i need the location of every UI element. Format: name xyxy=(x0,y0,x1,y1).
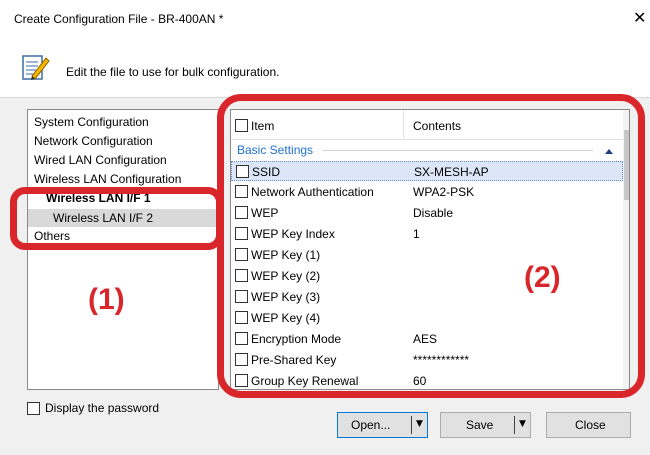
row-checkbox[interactable] xyxy=(235,185,248,198)
column-header-item[interactable]: Item xyxy=(251,119,274,133)
tree-item-wireless-lan-if-1[interactable]: Wireless LAN I/F 1 xyxy=(46,191,151,205)
row-item-label: WEP xyxy=(251,206,279,220)
dropdown-arrow-icon[interactable]: ▼ xyxy=(519,419,526,429)
dropdown-arrow-icon[interactable]: ▼ xyxy=(416,419,423,429)
save-button-label: Save xyxy=(466,418,494,432)
tree-item-wireless-lan-configuration[interactable]: Wireless LAN Configuration xyxy=(34,172,181,186)
row-item-label: Pre-Shared Key xyxy=(251,353,337,367)
row-item-label: WEP Key (4) xyxy=(251,311,321,325)
row-item-label: Encryption Mode xyxy=(251,332,342,346)
list-row-wep-key-4[interactable]: WEP Key (4) xyxy=(231,308,623,328)
split-divider xyxy=(411,416,412,434)
display-password-label[interactable]: Display the password xyxy=(45,401,159,415)
list-row-pre-shared-key[interactable]: Pre-Shared Key ************ xyxy=(231,350,623,370)
list-row-ssid[interactable]: SSID SX-MESH-AP xyxy=(231,161,623,181)
select-all-checkbox[interactable] xyxy=(235,119,248,132)
row-checkbox[interactable] xyxy=(235,311,248,324)
row-item-label: WEP Key Index xyxy=(251,227,335,241)
tree-item-system-configuration[interactable]: System Configuration xyxy=(34,115,149,129)
close-button[interactable]: Close xyxy=(546,412,631,438)
config-tree[interactable]: System Configuration Network Configurati… xyxy=(27,109,219,390)
vertical-scrollbar[interactable] xyxy=(623,110,629,389)
notepad-pencil-icon xyxy=(22,55,50,80)
row-value: AES xyxy=(413,332,438,346)
row-value: SX-MESH-AP xyxy=(414,165,489,179)
column-divider[interactable] xyxy=(403,110,404,140)
list-header: Item Contents xyxy=(231,110,623,140)
row-checkbox[interactable] xyxy=(235,374,248,387)
row-checkbox[interactable] xyxy=(235,206,248,219)
chevron-up-icon[interactable] xyxy=(604,147,614,155)
row-value: 1 xyxy=(413,227,420,241)
list-row-group-key-renewal[interactable]: Group Key Renewal 60 xyxy=(231,371,623,389)
row-value: 60 xyxy=(413,374,427,388)
row-checkbox[interactable] xyxy=(235,269,248,282)
row-checkbox[interactable] xyxy=(235,353,248,366)
row-value: WPA2-PSK xyxy=(413,185,475,199)
header-text: Edit the file to use for bulk configurat… xyxy=(66,65,280,79)
row-item-label: SSID xyxy=(252,165,281,179)
save-button[interactable]: Save ▼ xyxy=(440,412,531,438)
group-divider xyxy=(323,150,593,151)
row-checkbox[interactable] xyxy=(235,227,248,240)
list-row-wep-key-index[interactable]: WEP Key Index 1 xyxy=(231,224,623,244)
group-label-basic-settings[interactable]: Basic Settings xyxy=(237,143,313,157)
tree-item-others[interactable]: Others xyxy=(34,229,70,243)
display-password-checkbox[interactable] xyxy=(27,402,40,415)
callout-label-2: (2) xyxy=(524,261,561,294)
callout-label-1: (1) xyxy=(88,283,125,316)
open-button[interactable]: Open... ▼ xyxy=(337,412,428,438)
column-header-contents[interactable]: Contents xyxy=(413,119,461,133)
scrollbar-thumb[interactable] xyxy=(624,130,629,200)
close-icon[interactable]: ✕ xyxy=(633,8,646,27)
row-checkbox[interactable] xyxy=(235,332,248,345)
list-row-network-authentication[interactable]: Network Authentication WPA2-PSK xyxy=(231,182,623,202)
list-row-encryption-mode[interactable]: Encryption Mode AES xyxy=(231,329,623,349)
open-button-label: Open... xyxy=(351,418,391,432)
row-checkbox[interactable] xyxy=(236,165,249,178)
window-title: Create Configuration File - BR-400AN * xyxy=(14,12,224,26)
row-item-label: WEP Key (1) xyxy=(251,248,321,262)
row-value: Disable xyxy=(413,206,454,220)
row-item-label: Group Key Renewal xyxy=(251,374,359,388)
row-checkbox[interactable] xyxy=(235,248,248,261)
row-item-label: WEP Key (3) xyxy=(251,290,321,304)
tree-item-network-configuration[interactable]: Network Configuration xyxy=(34,134,153,148)
list-row-wep[interactable]: WEP Disable xyxy=(231,203,623,223)
split-divider xyxy=(514,416,515,434)
row-item-label: WEP Key (2) xyxy=(251,269,321,283)
row-item-label: Network Authentication xyxy=(251,185,374,199)
dialog-header: Edit the file to use for bulk configurat… xyxy=(0,38,650,98)
tree-item-wired-lan-configuration[interactable]: Wired LAN Configuration xyxy=(34,153,167,167)
list-row-wep-key-2[interactable]: WEP Key (2) xyxy=(231,266,623,286)
title-bar: Create Configuration File - BR-400AN * ✕ xyxy=(0,0,650,38)
list-row-wep-key-3[interactable]: WEP Key (3) xyxy=(231,287,623,307)
close-button-label: Close xyxy=(575,418,606,432)
row-checkbox[interactable] xyxy=(235,290,248,303)
list-row-wep-key-1[interactable]: WEP Key (1) xyxy=(231,245,623,265)
row-value: ************ xyxy=(413,353,470,367)
tree-item-wireless-lan-if-2[interactable]: Wireless LAN I/F 2 xyxy=(28,209,218,227)
settings-list[interactable]: Item Contents Basic Settings SSID SX-MES… xyxy=(230,109,630,390)
